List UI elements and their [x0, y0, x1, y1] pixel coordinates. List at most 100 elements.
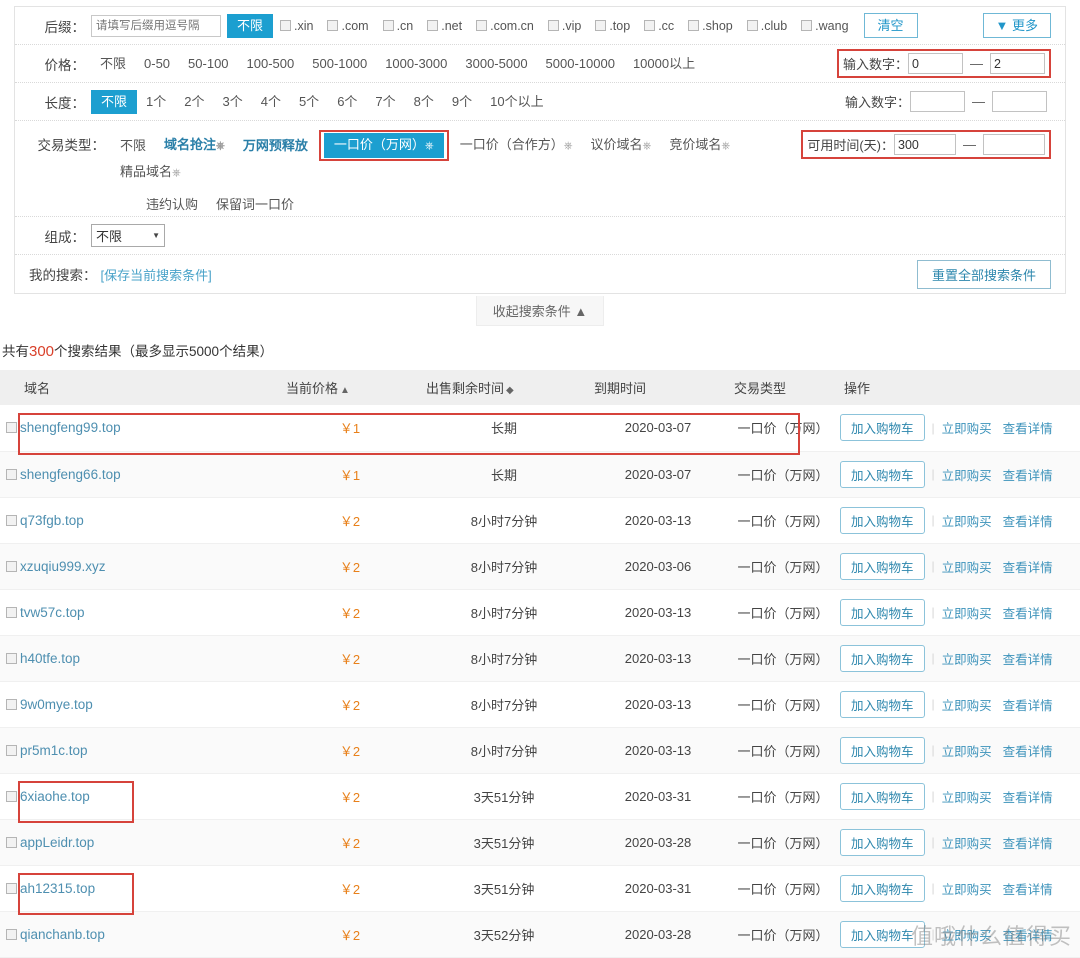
- length-option-2[interactable]: 2个: [175, 91, 213, 113]
- length-option-9[interactable]: 9个: [443, 91, 481, 113]
- domain-link[interactable]: xzuqiu999.xyz: [20, 559, 106, 574]
- view-details-link[interactable]: 查看详情: [1003, 418, 1053, 437]
- trade-type-auction[interactable]: 竞价域名⎈: [660, 134, 739, 157]
- table-row[interactable]: xzuqiu999.xyz ￥2 8小时7分钟 2020-03-06 一口价（万网） 加入…: [0, 543, 1080, 590]
- length-option-10-plus[interactable]: 10个以上: [481, 91, 552, 113]
- price-max-input[interactable]: [990, 53, 1045, 74]
- length-option-6[interactable]: 6个: [328, 91, 366, 113]
- domain-link[interactable]: shengfeng66.top: [20, 467, 121, 482]
- tld-checkbox-top[interactable]: .top: [588, 19, 637, 33]
- buy-now-link[interactable]: 立即购买: [942, 695, 992, 714]
- help-icon[interactable]: ⎈: [425, 140, 434, 152]
- available-time-max-input[interactable]: [983, 134, 1045, 155]
- domain-link[interactable]: ah12315.top: [20, 881, 95, 896]
- tld-checkbox-cc[interactable]: .cc: [637, 19, 681, 33]
- view-details-link[interactable]: 查看详情: [1003, 649, 1053, 668]
- length-option-4[interactable]: 4个: [252, 91, 290, 113]
- buy-now-link[interactable]: 立即购买: [942, 925, 992, 944]
- view-details-link[interactable]: 查看详情: [1003, 879, 1053, 898]
- trade-type-premium[interactable]: 精品域名⎈: [111, 161, 190, 184]
- add-to-cart-button[interactable]: 加入购物车: [840, 828, 925, 856]
- view-details-link[interactable]: 查看详情: [1003, 833, 1053, 852]
- buy-now-link[interactable]: 立即购买: [942, 649, 992, 668]
- help-icon[interactable]: ⎈: [643, 140, 652, 152]
- trade-type-default-subscription[interactable]: 违约认购: [137, 194, 207, 216]
- save-current-search-link[interactable]: [保存当前搜索条件]: [101, 265, 212, 284]
- domain-link[interactable]: q73fgb.top: [20, 513, 84, 528]
- length-max-input[interactable]: [992, 91, 1047, 112]
- row-checkbox[interactable]: [6, 928, 17, 940]
- price-option-3000-5000[interactable]: 3000-5000: [456, 53, 536, 75]
- row-checkbox[interactable]: [6, 468, 17, 480]
- domain-link[interactable]: pr5m1c.top: [20, 743, 88, 758]
- add-to-cart-button[interactable]: 加入购物车: [840, 460, 925, 488]
- price-option-5000-10000[interactable]: 5000-10000: [537, 53, 624, 75]
- domain-link[interactable]: shengfeng99.top: [20, 420, 121, 435]
- add-to-cart-button[interactable]: 加入购物车: [840, 920, 925, 948]
- tld-checkbox-xin[interactable]: .xin: [273, 19, 320, 33]
- row-checkbox[interactable]: [6, 514, 17, 526]
- add-to-cart-button[interactable]: 加入购物车: [840, 644, 925, 672]
- trade-type-negotiable[interactable]: 议价域名⎈: [582, 134, 661, 157]
- view-details-link[interactable]: 查看详情: [1003, 511, 1053, 530]
- sort-asc-icon[interactable]: ▲: [340, 385, 350, 396]
- row-checkbox[interactable]: [6, 422, 17, 434]
- tld-checkbox-club[interactable]: .club: [740, 19, 794, 33]
- buy-now-link[interactable]: 立即购买: [942, 833, 992, 852]
- add-to-cart-button[interactable]: 加入购物车: [840, 736, 925, 764]
- buy-now-link[interactable]: 立即购买: [942, 465, 992, 484]
- row-checkbox[interactable]: [6, 744, 17, 756]
- row-checkbox[interactable]: [6, 560, 17, 572]
- trade-type-backorder[interactable]: 域名抢注⎈: [155, 134, 234, 157]
- collapse-filters-button[interactable]: 收起搜索条件 ▲: [475, 296, 605, 326]
- table-row[interactable]: appLeidr.top ￥2 3天51分钟 2020-03-28 一口价（万网） 加入购…: [0, 819, 1080, 866]
- row-checkbox[interactable]: [6, 652, 17, 664]
- price-option-500-1000[interactable]: 500-1000: [303, 53, 376, 75]
- price-option-0-50[interactable]: 0-50: [135, 53, 179, 75]
- view-details-link[interactable]: 查看详情: [1003, 557, 1053, 576]
- buy-now-link[interactable]: 立即购买: [942, 511, 992, 530]
- length-option-7[interactable]: 7个: [366, 91, 404, 113]
- length-option-unlimited[interactable]: 不限: [91, 89, 138, 114]
- trade-type-fixed-price-partner[interactable]: 一口价（合作方）⎈: [451, 134, 582, 157]
- trade-type-prerelease[interactable]: 万网预释放: [234, 135, 317, 157]
- buy-now-link[interactable]: 立即购买: [942, 741, 992, 760]
- buy-now-link[interactable]: 立即购买: [942, 418, 992, 437]
- col-header-remaining-time[interactable]: 出售剩余时间 ◆: [420, 370, 588, 405]
- add-to-cart-button[interactable]: 加入购物车: [840, 690, 925, 718]
- composition-select[interactable]: 不限 ▼: [91, 224, 165, 247]
- suffix-unlimited-option[interactable]: 不限: [227, 13, 274, 38]
- available-time-min-input[interactable]: [894, 134, 956, 155]
- length-option-5[interactable]: 5个: [290, 91, 328, 113]
- tld-checkbox-vip[interactable]: .vip: [541, 19, 588, 33]
- domain-link[interactable]: 6xiaohe.top: [20, 789, 90, 804]
- tld-checkbox-net[interactable]: .net: [420, 19, 469, 33]
- suffix-input[interactable]: [91, 14, 221, 37]
- tld-checkbox-cn[interactable]: .cn: [376, 19, 421, 33]
- tld-checkbox-wang[interactable]: .wang: [794, 19, 855, 33]
- buy-now-link[interactable]: 立即购买: [942, 603, 992, 622]
- add-to-cart-button[interactable]: 加入购物车: [840, 552, 925, 580]
- help-icon[interactable]: ⎈: [172, 167, 181, 179]
- tld-checkbox-com-cn[interactable]: .com.cn: [469, 19, 541, 33]
- domain-link[interactable]: h40tfe.top: [20, 651, 80, 666]
- length-option-8[interactable]: 8个: [405, 91, 443, 113]
- add-to-cart-button[interactable]: 加入购物车: [840, 506, 925, 534]
- view-details-link[interactable]: 查看详情: [1003, 925, 1053, 944]
- buy-now-link[interactable]: 立即购买: [942, 557, 992, 576]
- table-row[interactable]: tvw57c.top ￥2 8小时7分钟 2020-03-13 一口价（万网） 加入购物车…: [0, 589, 1080, 636]
- table-row[interactable]: q73fgb.top ￥2 8小时7分钟 2020-03-13 一口价（万网） 加入购物车…: [0, 497, 1080, 544]
- price-option-1000-3000[interactable]: 1000-3000: [376, 53, 456, 75]
- reset-all-filters-button[interactable]: 重置全部搜索条件: [916, 259, 1051, 289]
- row-checkbox[interactable]: [6, 698, 17, 710]
- view-details-link[interactable]: 查看详情: [1003, 465, 1053, 484]
- view-details-link[interactable]: 查看详情: [1003, 787, 1053, 806]
- buy-now-link[interactable]: 立即购买: [942, 879, 992, 898]
- tld-checkbox-shop[interactable]: .shop: [681, 19, 740, 33]
- domain-link[interactable]: tvw57c.top: [20, 605, 85, 620]
- table-row[interactable]: shengfeng66.top ￥1 长期 2020-03-07 一口价（万网） 加入购物…: [0, 451, 1080, 498]
- table-row[interactable]: 6xiaohe.top ￥2 3天51分钟 2020-03-31 一口价（万网） 加入购物…: [0, 773, 1080, 820]
- price-option-100-500[interactable]: 100-500: [238, 53, 304, 75]
- price-min-input[interactable]: [908, 53, 963, 74]
- table-row[interactable]: h40tfe.top ￥2 8小时7分钟 2020-03-13 一口价（万网） 加入购物车…: [0, 635, 1080, 682]
